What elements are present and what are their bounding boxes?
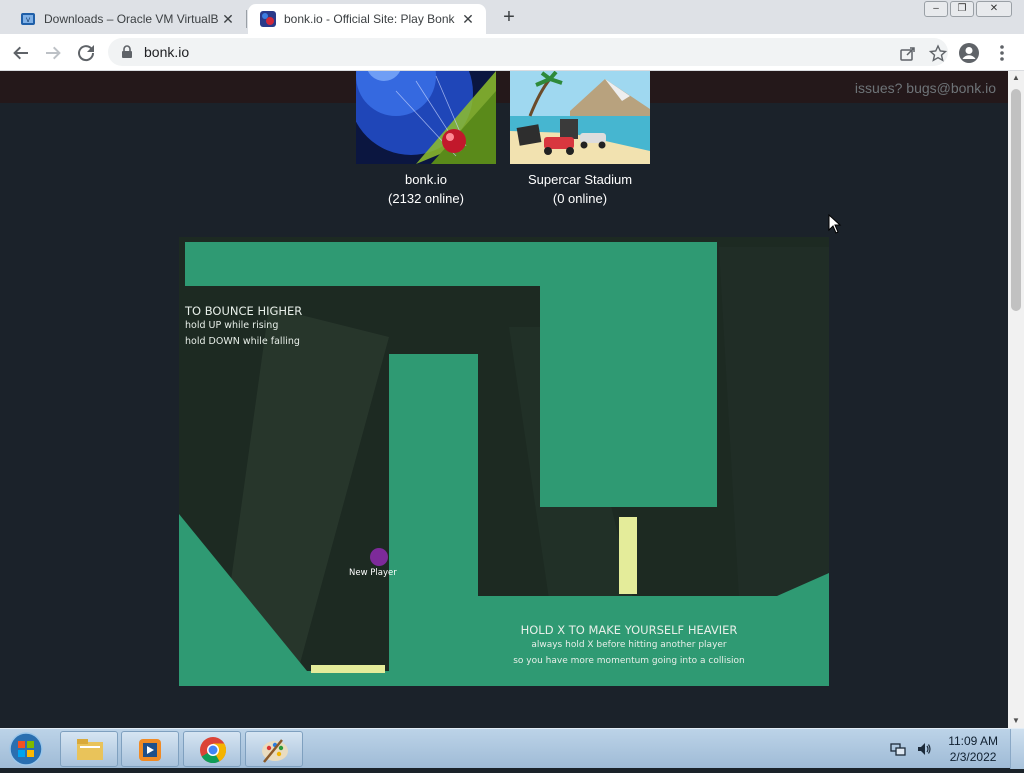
- bounce-pad-horizontal: [311, 665, 385, 673]
- bonk-icon: [260, 11, 276, 27]
- profile-avatar-icon[interactable]: [957, 41, 981, 65]
- network-icon[interactable]: [890, 741, 906, 757]
- tab-title: bonk.io - Official Site: Play Bonk: [284, 12, 455, 26]
- file-explorer-button[interactable]: [60, 731, 118, 767]
- game-name: Supercar Stadium: [527, 172, 633, 187]
- volume-icon[interactable]: [916, 741, 932, 757]
- restore-button[interactable]: ❐: [950, 1, 974, 17]
- heavy-tip: HOLD X TO MAKE YOURSELF HEAVIER always h…: [479, 623, 779, 669]
- tab-title: Downloads – Oracle VM VirtualB: [44, 12, 219, 26]
- tab-separator: [246, 10, 247, 28]
- page-scrollbar[interactable]: ▲ ▼: [1008, 71, 1024, 728]
- tab-virtualbox-downloads[interactable]: V Downloads – Oracle VM VirtualB ✕: [8, 4, 246, 34]
- paint-button[interactable]: [245, 731, 303, 767]
- bounce-tip: TO BOUNCE HIGHER hold UP while rising ho…: [185, 304, 302, 350]
- paint-icon: [262, 739, 288, 763]
- url-text: bonk.io: [144, 44, 190, 60]
- heavy-tip-line2: so you have more momentum going into a c…: [513, 656, 745, 666]
- scroll-down-arrow-icon[interactable]: ▼: [1008, 714, 1024, 728]
- omnibox-actions: [898, 44, 948, 64]
- reload-icon: [78, 45, 95, 62]
- back-arrow-icon: [13, 46, 28, 60]
- contact-link[interactable]: issues? bugs@bonk.io: [855, 80, 996, 96]
- forward-button[interactable]: [41, 41, 65, 65]
- player-name-label: New Player: [349, 568, 397, 578]
- browser-toolbar: bonk.io: [0, 34, 1024, 71]
- chrome-button[interactable]: [183, 731, 241, 767]
- window-controls: – ❐ ✕: [924, 1, 1012, 17]
- bounce-tip-title: TO BOUNCE HIGHER: [185, 304, 303, 318]
- bonk-game-thumbnail[interactable]: [356, 71, 496, 164]
- system-tray: 11:09 AM 2/3/2022: [874, 729, 1024, 769]
- media-player-icon: [139, 739, 161, 761]
- tab-bonk[interactable]: bonk.io - Official Site: Play Bonk ✕: [248, 4, 486, 34]
- share-icon[interactable]: [898, 44, 918, 64]
- back-button[interactable]: [9, 41, 33, 65]
- menu-kebab-icon[interactable]: [990, 41, 1014, 65]
- game-online-count: (0 online): [552, 191, 608, 206]
- supercar-stadium-card-text[interactable]: Supercar Stadium (0 online): [500, 170, 660, 208]
- window-close-button[interactable]: ✕: [976, 1, 1012, 17]
- media-player-button[interactable]: [121, 731, 179, 767]
- game-name: bonk.io: [405, 172, 447, 187]
- minimize-button[interactable]: –: [924, 1, 948, 17]
- taskbar-clock[interactable]: 11:09 AM 2/3/2022: [948, 733, 998, 765]
- close-tab-icon[interactable]: ✕: [220, 11, 236, 27]
- file-explorer-icon: [77, 739, 103, 760]
- bounce-tip-line2: hold DOWN while falling: [185, 336, 300, 347]
- bottom-floor-strip: [307, 671, 389, 686]
- web-page: issues? bugs@bonk.io bonk.io (2132 onlin…: [0, 71, 1008, 728]
- windows-taskbar: 11:09 AM 2/3/2022: [0, 728, 1024, 769]
- show-desktop-button[interactable]: [1010, 729, 1024, 769]
- new-tab-button[interactable]: +: [498, 6, 520, 28]
- bounce-pad-vertical: [619, 517, 637, 594]
- player-ball: [370, 548, 388, 566]
- virtualbox-icon: V: [21, 13, 35, 25]
- forward-arrow-icon: [46, 46, 61, 60]
- lock-icon: [122, 45, 132, 58]
- clock-date: 2/3/2022: [949, 750, 997, 764]
- mouse-cursor-icon: [828, 214, 842, 234]
- start-button[interactable]: [4, 731, 48, 767]
- bounce-tip-line1: hold UP while rising: [185, 320, 279, 331]
- game-online-count: (2132 online): [388, 191, 464, 206]
- close-tab-icon[interactable]: ✕: [460, 11, 476, 27]
- game-canvas[interactable]: TO BOUNCE HIGHER hold UP while rising ho…: [179, 237, 829, 686]
- scroll-up-arrow-icon[interactable]: ▲: [1008, 71, 1024, 85]
- windows-logo-icon: [9, 732, 43, 766]
- middle-pillar: [389, 354, 478, 686]
- reload-button[interactable]: [74, 41, 98, 65]
- scrollbar-thumb[interactable]: [1011, 89, 1021, 311]
- bookmark-star-icon[interactable]: [928, 44, 948, 64]
- heavy-tip-title: HOLD X TO MAKE YOURSELF HEAVIER: [520, 623, 738, 637]
- heavy-tip-line1: always hold X before hitting another pla…: [531, 640, 727, 650]
- tab-strip: V Downloads – Oracle VM VirtualB ✕ bonk.…: [0, 0, 1024, 34]
- bonk-game-card-text[interactable]: bonk.io (2132 online): [346, 170, 506, 208]
- chrome-icon: [200, 737, 227, 764]
- address-bar[interactable]: bonk.io: [108, 38, 948, 66]
- clock-time: 11:09 AM: [948, 734, 998, 748]
- supercar-stadium-thumbnail[interactable]: [510, 71, 650, 164]
